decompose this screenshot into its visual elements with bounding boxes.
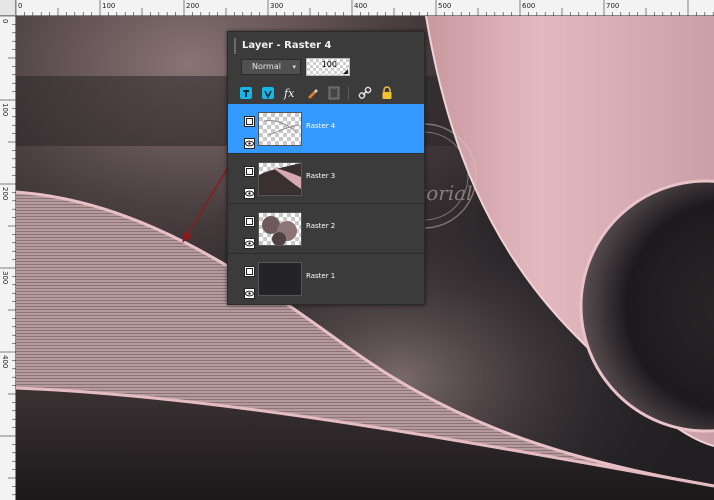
ruler-label: 200 xyxy=(186,2,199,10)
layer-group-icon[interactable] xyxy=(244,162,255,177)
ruler-label: 700 xyxy=(606,2,619,10)
layer-thumbnail xyxy=(258,212,302,246)
layer-thumbnail xyxy=(258,262,302,296)
ruler-label: 300 xyxy=(1,271,9,284)
opacity-slider-icon[interactable] xyxy=(343,69,348,74)
new-adjustment-layer-icon[interactable]: fx xyxy=(283,86,297,100)
new-raster-layer-icon[interactable] xyxy=(239,86,253,100)
eye-icon[interactable] xyxy=(244,284,255,299)
brush-icon[interactable] xyxy=(305,86,319,100)
new-vector-layer-icon[interactable] xyxy=(261,86,275,100)
toolbar-divider xyxy=(348,86,349,100)
ruler-horizontal: 0 100 200 300 400 500 600 700 xyxy=(0,0,714,16)
ruler-label: 600 xyxy=(522,2,535,10)
opacity-field[interactable]: 100 xyxy=(306,58,350,76)
layer-name: Raster 2 xyxy=(306,222,336,230)
ruler-corner xyxy=(0,0,16,16)
eye-icon[interactable] xyxy=(244,234,255,249)
layer-row-raster-4[interactable]: Raster 4 xyxy=(228,104,424,154)
layer-name: Raster 3 xyxy=(306,172,336,180)
layer-name: Raster 1 xyxy=(306,272,336,280)
ruler-label: 200 xyxy=(1,187,9,200)
layer-row-raster-2[interactable]: Raster 2 xyxy=(228,204,424,254)
blend-mode-value: Normal xyxy=(252,62,281,71)
eye-icon[interactable] xyxy=(244,184,255,199)
layer-row-raster-3[interactable]: Raster 3 xyxy=(228,154,424,204)
layers-palette[interactable]: Layer - Raster 4 Normal ▾ 100 fx Raster … xyxy=(227,31,425,305)
ruler-label: 300 xyxy=(270,2,283,10)
layer-thumbnail xyxy=(258,112,302,146)
layers-toolbar: fx xyxy=(228,82,424,104)
layer-group-icon[interactable] xyxy=(244,212,255,227)
link-icon[interactable] xyxy=(358,86,372,100)
ruler-label: 400 xyxy=(1,355,9,368)
opacity-value: 100 xyxy=(321,60,337,69)
layer-row-raster-1[interactable]: Raster 1 xyxy=(228,254,424,304)
ruler-vertical: 0 100 200 300 400 xyxy=(0,16,16,500)
layer-group-icon[interactable] xyxy=(244,262,255,277)
ruler-label: 400 xyxy=(354,2,367,10)
ruler-label: 0 xyxy=(18,2,22,10)
mask-icon[interactable] xyxy=(327,86,341,100)
chevron-down-icon: ▾ xyxy=(292,63,296,71)
layer-group-icon[interactable] xyxy=(244,112,255,127)
ruler-label: 500 xyxy=(438,2,451,10)
ruler-label: 100 xyxy=(102,2,115,10)
eye-icon[interactable] xyxy=(244,134,255,149)
lock-icon[interactable] xyxy=(380,86,394,100)
ruler-label: 100 xyxy=(1,103,9,116)
layer-thumbnail xyxy=(258,162,302,196)
ruler-label: 0 xyxy=(1,19,9,23)
blend-mode-dropdown[interactable]: Normal ▾ xyxy=(241,59,301,75)
svg-text:fx: fx xyxy=(283,87,295,100)
palette-title: Layer - Raster 4 xyxy=(234,38,332,54)
layer-name: Raster 4 xyxy=(306,122,336,130)
